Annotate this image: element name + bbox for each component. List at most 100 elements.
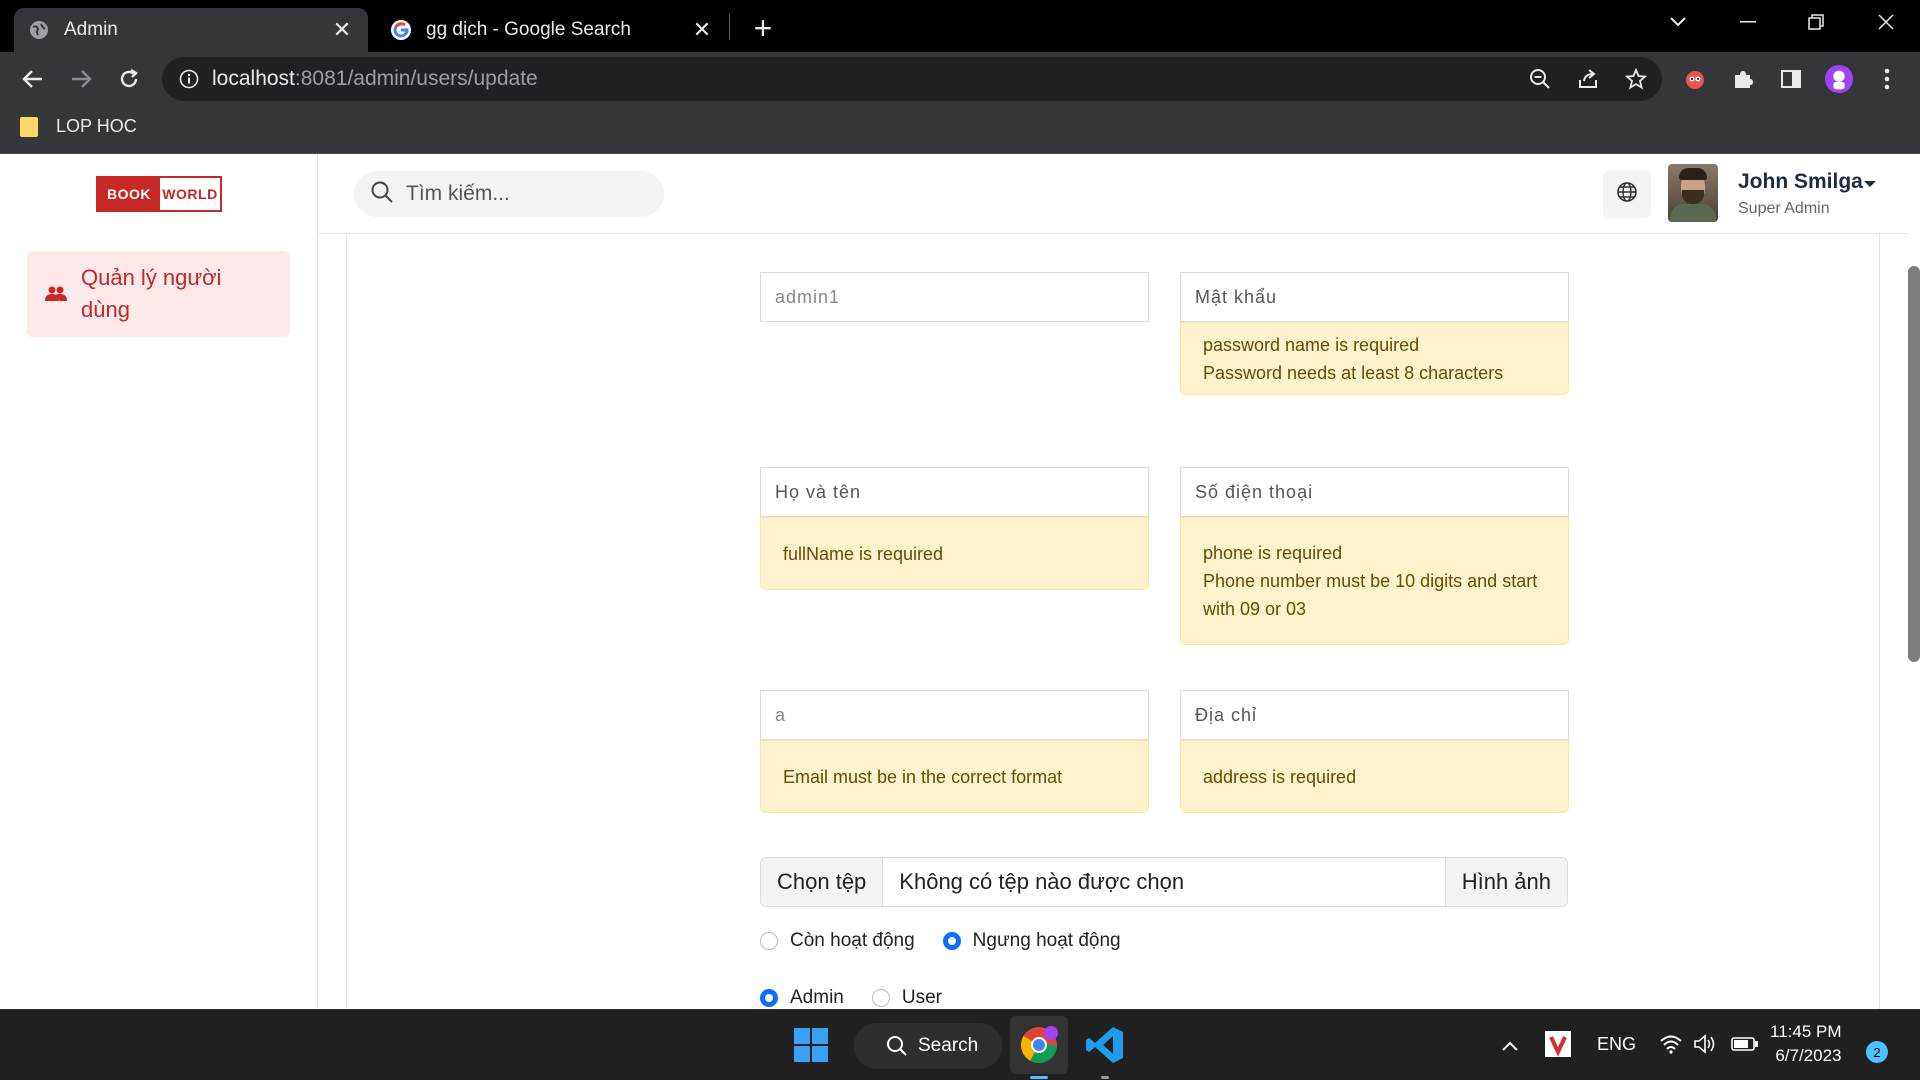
chevron-up-icon[interactable] xyxy=(1498,1034,1522,1058)
browser-toolbar: localhost:8081/admin/users/update xyxy=(0,52,1920,106)
status-radio-group: Còn hoạt động Ngưng hoạt động xyxy=(760,930,1149,952)
username-field[interactable] xyxy=(760,272,1149,322)
vivaldi-tray-icon[interactable] xyxy=(1544,1030,1572,1058)
clock-time: 11:45 PM xyxy=(1770,1022,1842,1041)
choose-file-button[interactable]: Chọn tệp xyxy=(761,858,884,906)
file-name-text: Không có tệp nào được chọn xyxy=(899,869,1185,894)
battery-icon[interactable] xyxy=(1730,1032,1760,1056)
more-menu-icon[interactable] xyxy=(1872,64,1902,94)
globe-icon xyxy=(28,19,50,41)
zoom-out-icon[interactable] xyxy=(1525,64,1555,94)
clock-date: 6/7/2023 xyxy=(1775,1046,1842,1065)
taskbar-search-label: Search xyxy=(918,1035,979,1056)
caret-down-icon[interactable] xyxy=(1863,176,1877,194)
language-button[interactable] xyxy=(1603,170,1651,218)
folder-icon xyxy=(20,116,38,137)
tab-divider xyxy=(729,14,730,40)
image-file-input[interactable]: Chọn tệp Không có tệp nào được chọn Hình… xyxy=(760,857,1568,907)
url-host: localhost xyxy=(212,67,295,90)
radio-button-selected[interactable] xyxy=(760,989,778,1007)
tab-search-chevron-icon[interactable] xyxy=(1648,0,1708,44)
share-icon[interactable] xyxy=(1573,64,1603,94)
extension-bug-icon[interactable] xyxy=(1680,64,1710,94)
radio-label: User xyxy=(901,987,942,1008)
minimize-icon[interactable] xyxy=(1718,0,1778,44)
phone-input[interactable] xyxy=(1195,481,1554,503)
bookmark-folder[interactable]: LOP HOC xyxy=(20,116,137,137)
profile-avatar-icon[interactable] xyxy=(1824,64,1854,94)
users-icon xyxy=(45,286,67,302)
top-header: John Smilga Super Admin xyxy=(318,154,1908,234)
back-arrow-icon[interactable] xyxy=(16,62,50,96)
admin-app: BOOK WORLD Quản lý người dùng John Smilg xyxy=(0,154,1920,1009)
role-radio-group: Admin User xyxy=(760,987,970,1009)
error-text: Email must be in the correct format xyxy=(783,766,1063,787)
close-window-icon[interactable] xyxy=(1856,0,1916,44)
fullname-input[interactable] xyxy=(775,481,1134,503)
vscode-taskbar-icon[interactable] xyxy=(1082,1022,1128,1068)
app-indicator xyxy=(1101,1076,1109,1079)
tab-title: Admin xyxy=(64,19,118,40)
taskbar-search[interactable]: Search xyxy=(854,1023,1002,1069)
radio-button[interactable] xyxy=(871,989,890,1007)
language-indicator[interactable]: ENG xyxy=(1597,1034,1636,1055)
fullname-field[interactable] xyxy=(760,467,1149,517)
forward-arrow-icon[interactable] xyxy=(64,62,98,96)
tab-admin[interactable]: Admin ✕ xyxy=(14,8,368,52)
puzzle-icon[interactable] xyxy=(1728,64,1758,94)
page-scrollbar[interactable] xyxy=(1908,266,1920,1009)
address-input[interactable] xyxy=(1195,704,1554,726)
radio-label: Ngưng hoạt động xyxy=(972,930,1121,951)
restore-icon[interactable] xyxy=(1786,0,1846,44)
error-text: Password needs at least 8 characters xyxy=(1203,362,1504,383)
radio-label: Còn hoạt động xyxy=(790,930,915,951)
address-field[interactable] xyxy=(1180,690,1569,740)
logo-book: BOOK xyxy=(98,178,160,210)
sidebar: BOOK WORLD Quản lý người dùng xyxy=(0,154,318,1009)
user-role: Super Admin xyxy=(1738,200,1830,217)
active-app-indicator xyxy=(1030,1076,1048,1079)
password-field[interactable] xyxy=(1180,272,1569,322)
search-box[interactable] xyxy=(354,171,664,217)
phone-field[interactable] xyxy=(1180,467,1569,517)
username-input[interactable] xyxy=(775,286,1134,308)
info-icon[interactable] xyxy=(174,64,204,94)
error-text: fullName is required xyxy=(783,543,944,564)
windows-start-icon[interactable] xyxy=(792,1026,830,1064)
sidebar-item-user-management[interactable]: Quản lý người dùng xyxy=(27,251,290,337)
role-admin-option[interactable]: Admin xyxy=(760,987,844,1009)
radio-button[interactable] xyxy=(760,932,778,950)
error-text: Phone number must be 10 digits and start… xyxy=(1203,571,1538,619)
wifi-icon[interactable] xyxy=(1658,1032,1684,1056)
status-active-option[interactable]: Còn hoạt động xyxy=(760,930,915,952)
radio-button-selected[interactable] xyxy=(942,932,961,950)
brand-logo[interactable]: BOOK WORLD xyxy=(96,176,222,212)
scrollbar-thumb[interactable] xyxy=(1908,266,1920,662)
user-name[interactable]: John Smilga xyxy=(1738,170,1863,194)
search-input[interactable] xyxy=(406,182,646,206)
notification-badge[interactable]: 2 xyxy=(1866,1041,1888,1063)
image-label: Hình ảnh xyxy=(1444,858,1567,906)
google-icon xyxy=(390,19,412,41)
url-text[interactable]: localhost:8081/admin/users/update xyxy=(212,57,538,101)
search-icon xyxy=(886,1035,908,1057)
star-icon[interactable] xyxy=(1621,64,1651,94)
reload-icon[interactable] xyxy=(112,62,146,96)
phone-error-alert: phone is required Phone number must be 1… xyxy=(1180,517,1569,645)
side-panel-icon[interactable] xyxy=(1776,64,1806,94)
avatar[interactable] xyxy=(1668,164,1718,222)
close-icon[interactable]: ✕ xyxy=(330,17,354,43)
taskbar-clock[interactable]: 11:45 PM 6/7/2023 xyxy=(1770,1020,1842,1068)
volume-icon[interactable] xyxy=(1692,1032,1718,1056)
email-error-alert: Email must be in the correct format xyxy=(760,740,1149,813)
status-inactive-option[interactable]: Ngưng hoạt động xyxy=(942,930,1121,952)
password-input[interactable] xyxy=(1195,286,1554,308)
close-icon[interactable]: ✕ xyxy=(690,17,714,43)
tab-google-search[interactable]: gg dịch - Google Search ✕ xyxy=(376,8,728,52)
role-user-option[interactable]: User xyxy=(871,987,942,1009)
chrome-taskbar-icon[interactable] xyxy=(1010,1016,1068,1074)
email-input[interactable] xyxy=(775,704,1134,726)
new-tab-button[interactable]: + xyxy=(748,8,778,48)
address-bar[interactable]: localhost:8081/admin/users/update xyxy=(162,57,1662,101)
email-field[interactable] xyxy=(760,690,1149,740)
